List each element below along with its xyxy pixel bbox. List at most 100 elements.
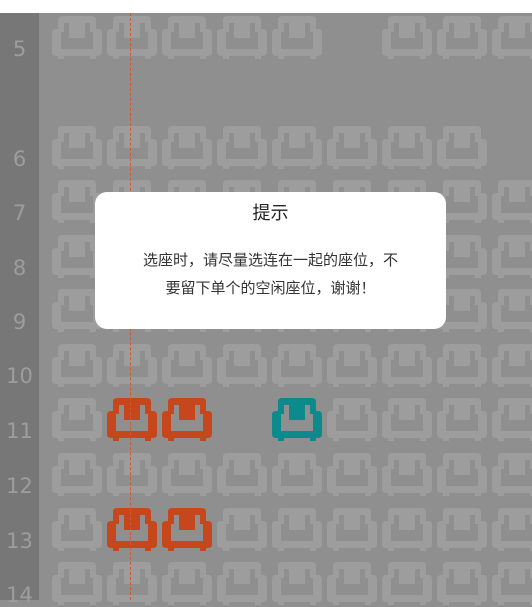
armchair-icon <box>327 453 377 496</box>
seat-available-row13-5[interactable] <box>272 504 322 552</box>
seat-available-row6-1[interactable] <box>52 122 102 170</box>
armchair-icon <box>492 235 532 278</box>
seat-available-row5-2[interactable] <box>107 12 157 60</box>
seat-available-row11-9[interactable] <box>492 394 532 442</box>
armchair-icon <box>272 16 322 59</box>
seat-available-row10-8[interactable] <box>437 340 487 388</box>
seat-available-row14-2[interactable] <box>107 558 157 606</box>
armchair-icon <box>217 453 267 496</box>
armchair-icon <box>162 344 212 387</box>
armchair-icon <box>162 126 212 169</box>
armchair-icon <box>382 126 432 169</box>
seat-available-row10-2[interactable] <box>107 340 157 388</box>
seat-available-row12-5[interactable] <box>272 449 322 497</box>
seat-available-row13-4[interactable] <box>217 504 267 552</box>
armchair-icon <box>217 16 267 59</box>
seat-available-row12-3[interactable] <box>162 449 212 497</box>
seat-available-row5-4[interactable] <box>217 12 267 60</box>
seat-available-row14-1[interactable] <box>52 558 102 606</box>
seat-available-row13-8[interactable] <box>437 504 487 552</box>
seat-available-row10-7[interactable] <box>382 340 432 388</box>
armchair-icon <box>107 16 157 59</box>
armchair-icon <box>492 508 532 551</box>
seat-available-row12-7[interactable] <box>382 449 432 497</box>
seat-available-row6-3[interactable] <box>162 122 212 170</box>
seat-available-row6-6[interactable] <box>327 122 377 170</box>
seat-available-row10-4[interactable] <box>217 340 267 388</box>
seat-available-row10-1[interactable] <box>52 340 102 388</box>
armchair-icon <box>52 508 102 551</box>
seat-available-row9-9[interactable] <box>492 285 532 333</box>
armchair-icon <box>382 453 432 496</box>
seat-available-row11-7[interactable] <box>382 394 432 442</box>
armchair-icon <box>327 126 377 169</box>
seat-available-row13-6[interactable] <box>327 504 377 552</box>
seat-available-row5-8[interactable] <box>437 12 487 60</box>
armchair-icon <box>272 508 322 551</box>
armchair-icon <box>107 508 157 551</box>
armchair-icon <box>382 16 432 59</box>
seat-available-row13-1[interactable] <box>52 504 102 552</box>
seat-available-row12-2[interactable] <box>107 449 157 497</box>
seat-available-row13-7[interactable] <box>382 504 432 552</box>
seat-available-row7-9[interactable] <box>492 176 532 224</box>
seat-available-row11-8[interactable] <box>437 394 487 442</box>
seat-available-row14-7[interactable] <box>382 558 432 606</box>
seat-selected-row13-2[interactable] <box>107 504 157 552</box>
seat-available-row12-1[interactable] <box>52 449 102 497</box>
armchair-icon <box>492 344 532 387</box>
seat-available-row14-8[interactable] <box>437 558 487 606</box>
seat-available-row6-2[interactable] <box>107 122 157 170</box>
armchair-icon <box>162 508 212 551</box>
armchair-icon <box>327 398 377 441</box>
seat-available-row11-6[interactable] <box>327 394 377 442</box>
seat-available-row5-3[interactable] <box>162 12 212 60</box>
seat-teal-row11-5[interactable] <box>272 394 322 442</box>
seat-available-row10-9[interactable] <box>492 340 532 388</box>
seat-available-row12-4[interactable] <box>217 449 267 497</box>
seat-available-row10-3[interactable] <box>162 340 212 388</box>
seat-available-row12-8[interactable] <box>437 449 487 497</box>
seat-available-row14-9[interactable] <box>492 558 532 606</box>
seat-available-row10-6[interactable] <box>327 340 377 388</box>
armchair-icon <box>217 508 267 551</box>
seat-available-row6-4[interactable] <box>217 122 267 170</box>
armchair-icon <box>327 508 377 551</box>
seat-available-row12-9[interactable] <box>492 449 532 497</box>
armchair-icon <box>437 398 487 441</box>
armchair-icon <box>272 398 322 441</box>
seat-available-row11-1[interactable] <box>52 394 102 442</box>
armchair-icon <box>492 180 532 223</box>
armchair-icon <box>217 344 267 387</box>
seat-available-row14-4[interactable] <box>217 558 267 606</box>
armchair-icon <box>382 398 432 441</box>
armchair-icon <box>107 562 157 605</box>
seat-available-row6-7[interactable] <box>382 122 432 170</box>
seat-available-row14-5[interactable] <box>272 558 322 606</box>
seat-available-row5-7[interactable] <box>382 12 432 60</box>
dialog-message: 选座时，请尽量选连在一起的座位，不 要留下单个的空闲座位，谢谢！ <box>113 246 428 302</box>
seat-available-row6-8[interactable] <box>437 122 487 170</box>
seat-available-row6-5[interactable] <box>272 122 322 170</box>
seat-available-row5-1[interactable] <box>52 12 102 60</box>
dialog-message-line-1: 选座时，请尽量选连在一起的座位，不 <box>142 251 398 269</box>
armchair-icon <box>437 16 487 59</box>
seat-available-row10-5[interactable] <box>272 340 322 388</box>
seat-available-row13-9[interactable] <box>492 504 532 552</box>
seat-selected-row11-3[interactable] <box>162 394 212 442</box>
armchair-icon <box>272 344 322 387</box>
armchair-icon <box>437 562 487 605</box>
armchair-icon <box>162 562 212 605</box>
seat-available-row5-5[interactable] <box>272 12 322 60</box>
seat-available-row5-9[interactable] <box>492 12 532 60</box>
armchair-icon <box>327 562 377 605</box>
seat-available-row8-9[interactable] <box>492 231 532 279</box>
armchair-icon <box>492 16 532 59</box>
armchair-icon <box>52 398 102 441</box>
seat-available-row12-6[interactable] <box>327 449 377 497</box>
seat-available-row14-6[interactable] <box>327 558 377 606</box>
seat-selected-row11-2[interactable] <box>107 394 157 442</box>
armchair-icon <box>272 126 322 169</box>
seat-selected-row13-3[interactable] <box>162 504 212 552</box>
seat-available-row14-3[interactable] <box>162 558 212 606</box>
